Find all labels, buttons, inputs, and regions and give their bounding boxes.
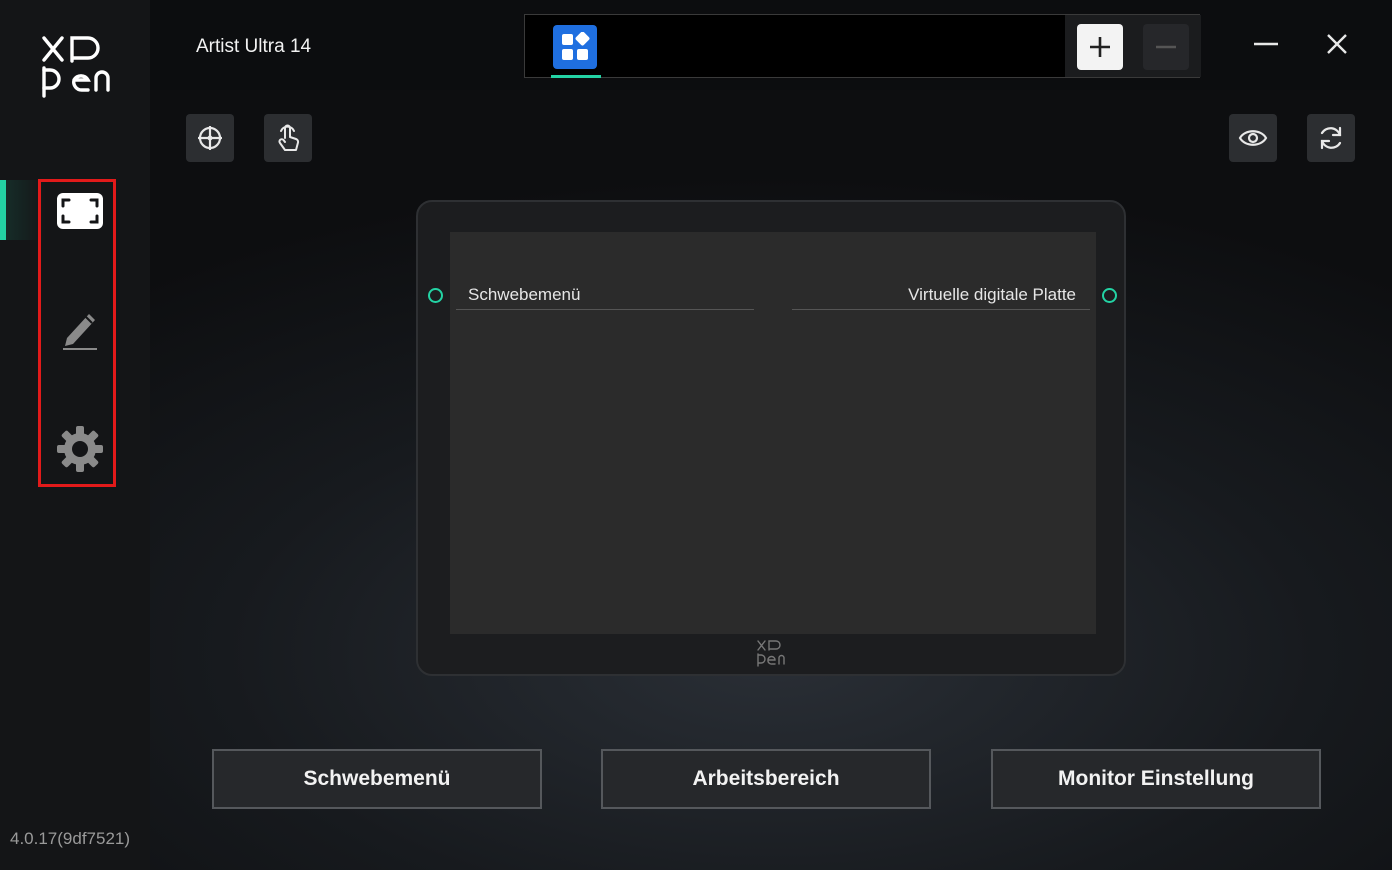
plus-icon bbox=[1090, 37, 1110, 57]
refresh-button[interactable] bbox=[1307, 114, 1355, 162]
touch-hand-icon bbox=[278, 124, 300, 151]
left-key-line bbox=[456, 309, 754, 310]
app-tabs-bar bbox=[524, 14, 1201, 78]
monitor-settings-button[interactable]: Monitor Einstellung bbox=[991, 749, 1321, 809]
crosshair-icon bbox=[198, 126, 222, 150]
app-tab-global[interactable] bbox=[553, 25, 597, 69]
title-bar: Artist Ultra 14 bbox=[150, 0, 1392, 90]
highlight-outline bbox=[38, 179, 116, 487]
refresh-icon bbox=[1320, 126, 1342, 150]
work-area-button[interactable]: Arbeitsbereich bbox=[601, 749, 931, 809]
left-express-key-dot[interactable] bbox=[428, 288, 443, 303]
right-key-label: Virtuelle digitale Platte bbox=[908, 285, 1076, 304]
xppen-logo bbox=[42, 36, 110, 98]
left-key-label: Schwebemenü bbox=[468, 285, 581, 304]
tablet-preview: Schwebemenü Virtuelle digitale Platte bbox=[416, 200, 1126, 676]
add-app-button[interactable] bbox=[1077, 24, 1123, 70]
preview-button[interactable] bbox=[1229, 114, 1277, 162]
app-tab-active-underline bbox=[551, 75, 601, 78]
tablet-screen: Schwebemenü Virtuelle digitale Platte bbox=[450, 232, 1096, 634]
app-version: 4.0.17(9df7521) bbox=[10, 829, 131, 848]
tablet-xppen-logo bbox=[757, 640, 785, 667]
device-name: Artist Ultra 14 bbox=[196, 36, 312, 57]
minimize-icon bbox=[1254, 42, 1278, 46]
minimize-button[interactable] bbox=[1244, 22, 1288, 66]
minus-icon bbox=[1156, 45, 1176, 49]
sidebar: 4.0.17(9df7521) bbox=[0, 0, 150, 870]
float-menu-button[interactable]: Schwebemenü bbox=[212, 749, 542, 809]
eye-icon bbox=[1238, 130, 1268, 146]
close-button[interactable] bbox=[1315, 22, 1359, 66]
remove-app-button[interactable] bbox=[1143, 24, 1189, 70]
app-grid-icon bbox=[562, 32, 590, 60]
main-area: Artist Ultra 14 Schwebemenü Virtuelle di… bbox=[150, 0, 1392, 870]
right-key-line bbox=[792, 309, 1090, 310]
right-express-key-dot[interactable] bbox=[1102, 288, 1117, 303]
touch-button[interactable] bbox=[264, 114, 312, 162]
calibrate-button[interactable] bbox=[186, 114, 234, 162]
close-icon bbox=[1327, 34, 1347, 54]
active-nav-indicator bbox=[0, 180, 6, 240]
